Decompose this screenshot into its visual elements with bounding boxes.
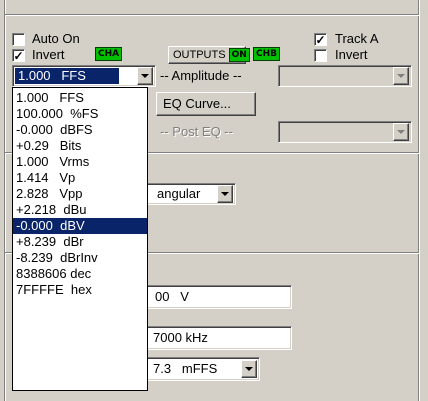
amplitude-unit-select[interactable]: 1.000 FFS [12, 65, 156, 87]
invert-b-label: Invert [335, 47, 368, 62]
cha-badge: CHA [95, 47, 123, 61]
dropdown-option[interactable]: +0.29 Bits [13, 138, 147, 154]
amplitude-b-select[interactable] [278, 65, 412, 87]
chevron-down-icon [245, 367, 253, 371]
post-eq-label: -- Post EQ -- [160, 124, 233, 139]
level-value: 00 V [155, 289, 189, 304]
invert-b-checkbox[interactable] [314, 49, 327, 62]
chevron-down-icon [221, 192, 229, 196]
auto-on-checkbox[interactable] [12, 33, 25, 46]
dropdown-option[interactable]: +8.239 dBr [13, 234, 147, 250]
auto-on-label: Auto On [32, 31, 80, 46]
chevron-down-icon [141, 74, 149, 78]
chevron-down-icon [397, 74, 405, 78]
dropdown-option[interactable]: 100.000 %FS [13, 106, 147, 122]
invert-a-checkbox[interactable]: ✓ [12, 49, 25, 62]
chb-badge: CHB [253, 47, 280, 61]
panel-divider-right [418, 0, 420, 401]
frequency-field[interactable]: 7000 kHz [130, 326, 292, 350]
dropdown-option-highlighted[interactable]: -0.000 dBV [13, 218, 147, 234]
dropdown-option[interactable]: 1.414 Vp [13, 170, 147, 186]
dropdown-option[interactable]: 1.000 FFS [13, 90, 147, 106]
outputs-label: OUTPUTS [173, 49, 226, 61]
offset-field[interactable]: 7.3 mFFS [130, 357, 260, 381]
waveform-dropdown-button[interactable] [217, 185, 233, 203]
dropdown-option[interactable]: 1.000 Vrms [13, 154, 147, 170]
dropdown-option[interactable]: 7FFFFE hex [13, 282, 147, 298]
waveform-select[interactable]: angular [140, 183, 236, 205]
outputs-state-badge: ON [228, 48, 250, 62]
dropdown-option[interactable]: +2.218 dBu [13, 202, 147, 218]
waveform-selected: angular [157, 186, 201, 201]
dropdown-option[interactable]: -8.239 dBrInv [13, 250, 147, 266]
dropdown-option[interactable]: 8388606 dec [13, 266, 147, 282]
eq-curve-label: EQ Curve... [163, 96, 231, 111]
outputs-indicator[interactable]: OUTPUTS ON [168, 46, 250, 64]
dropdown-option[interactable]: -0.000 dBFS [13, 122, 147, 138]
amplitude-group-label: -- Amplitude -- [160, 68, 242, 83]
level-field[interactable]: 00 V [130, 285, 292, 309]
invert-a-label: Invert [32, 47, 65, 62]
amplitude-unit-selected: 1.000 FFS [15, 68, 119, 84]
dropdown-option[interactable]: 2.828 Vpp [13, 186, 147, 202]
post-eq-dropdown-button[interactable] [393, 123, 409, 141]
panel-divider-left [4, 0, 6, 401]
amplitude-dropdown-button[interactable] [137, 67, 153, 85]
track-a-checkbox[interactable]: ✓ [314, 33, 327, 46]
dropdown-options: 1.000 FFS 100.000 %FS -0.000 dBFS +0.29 … [13, 90, 147, 298]
post-eq-select[interactable] [278, 121, 412, 143]
eq-curve-button[interactable]: EQ Curve... [156, 92, 256, 116]
chevron-down-icon [397, 130, 405, 134]
offset-unit-dropdown-button[interactable] [241, 360, 257, 378]
frequency-value: 7000 kHz [153, 330, 208, 345]
group-divider [5, 14, 419, 16]
amplitude-b-dropdown-button[interactable] [393, 67, 409, 85]
offset-value: 7.3 mFFS [153, 361, 218, 376]
track-a-label: Track A [335, 31, 379, 46]
